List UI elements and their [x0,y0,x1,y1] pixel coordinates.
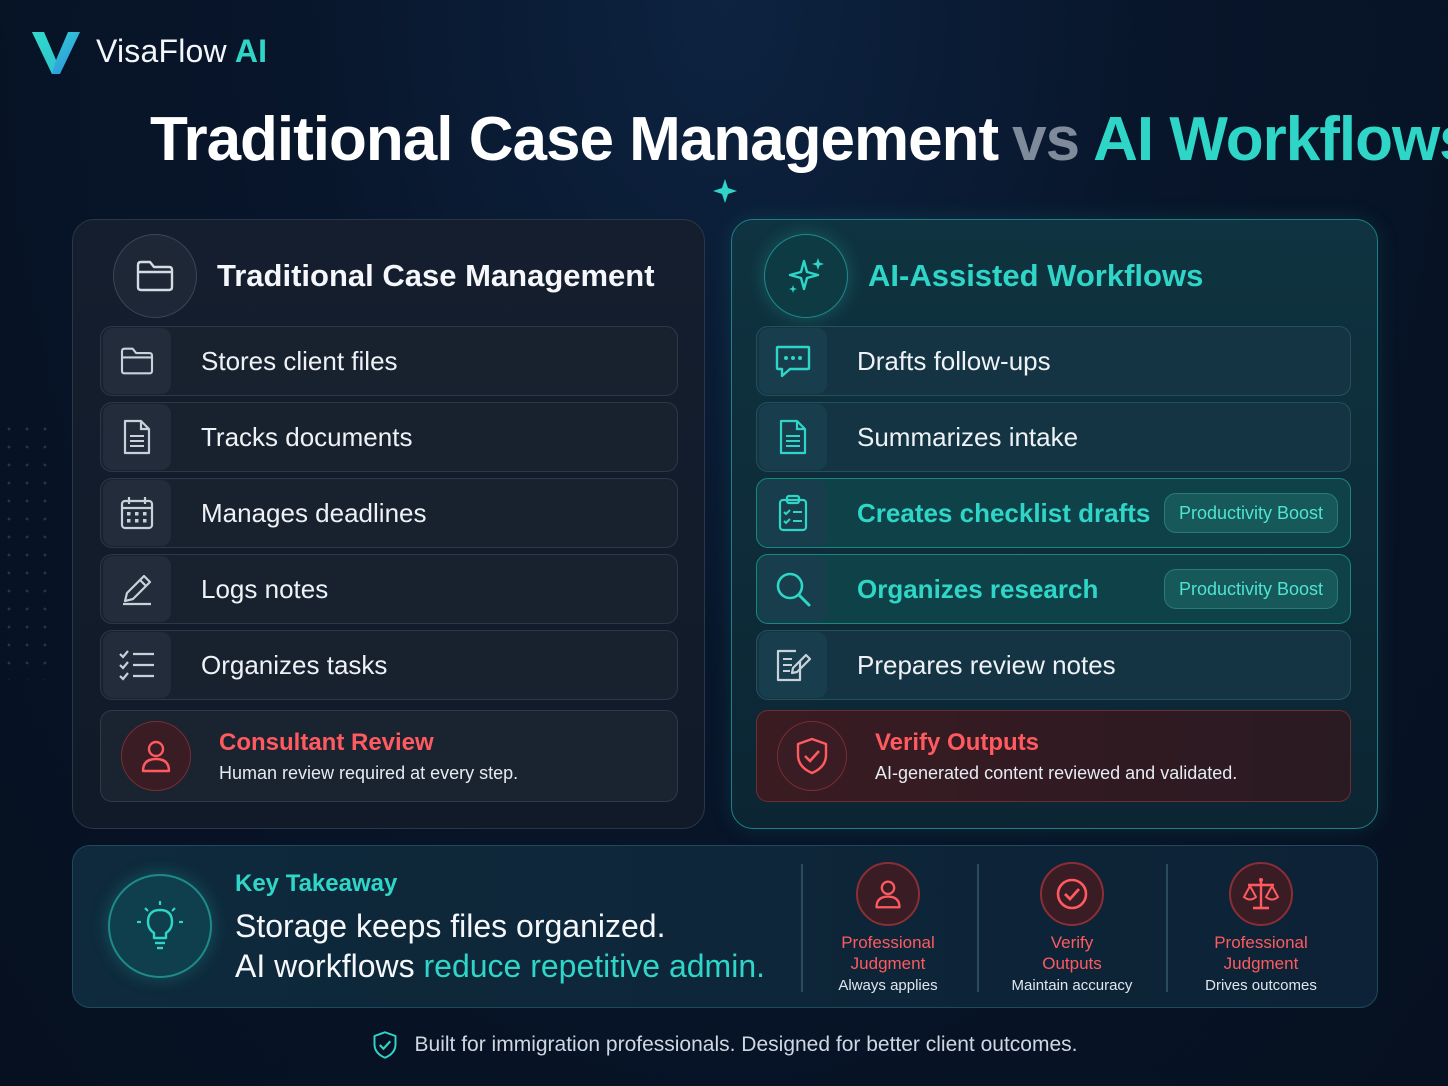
chat-icon [759,328,827,394]
list-item-label: Organizes research [857,573,1099,604]
list-item-logs-notes: Logs notes [100,554,678,624]
footer-text: Built for immigration professionals. Des… [414,1033,1078,1056]
verify-outputs-card: Verify Outputs AI-generated content revi… [756,710,1351,802]
list-item-label: Logs notes [201,573,329,604]
title-divider-sparkle-icon [420,179,1030,203]
footer: Built for immigration professionals. Des… [0,1030,1448,1060]
ai-panel-title: AI-Assisted Workflows [868,258,1204,293]
title-traditional: Traditional Case Management [150,105,999,174]
consultant-review-card: Consultant Review Human review required … [100,710,678,802]
list-item-summarizes-intake: Summarizes intake [756,402,1351,472]
document-icon [103,404,171,470]
page-title: Traditional Case Management vs AI Workflow… [0,104,1448,175]
key-takeaway-label: Key Takeaway [235,870,398,897]
document-icon [759,404,827,470]
clipboard-icon [759,480,827,546]
pencil-icon [103,556,171,622]
traditional-panel-title: Traditional Case Management [217,258,655,293]
list-item-organizes-research: Organizes research Productivity Boost [756,554,1351,624]
shield-check-icon [777,721,847,791]
consultant-review-subtitle: Human review required at every step. [219,762,519,783]
search-icon [759,556,827,622]
check-circle-icon [1040,862,1104,926]
divider [977,864,979,992]
folder-icon [103,328,171,394]
divider [1166,864,1168,992]
edit-note-icon [759,632,827,698]
list-item-tracks-documents: Tracks documents [100,402,678,472]
productivity-boost-badge: Productivity Boost [1163,493,1338,533]
key-takeaway-card: Key Takeaway Storage keeps files organiz… [72,845,1378,1008]
traditional-panel-header: Traditional Case Management [113,234,655,318]
pillar-verify-outputs: Verify Outputs Maintain accuracy [987,862,1157,994]
verify-outputs-subtitle: AI-generated content reviewed and valida… [875,762,1238,783]
sparkle-icon [764,234,848,318]
title-ai: AI Workflows [1093,105,1448,174]
list-item-creates-checklist-drafts: Creates checklist drafts Productivity Bo… [756,478,1351,548]
key-takeaway-line-2: AI workflows reduce repetitive admin. [235,948,765,984]
checklist-icon [103,632,171,698]
list-item-prepares-review-notes: Prepares review notes [756,630,1351,700]
folder-icon [113,234,197,318]
title-vs: vs [1012,105,1080,174]
list-item-label: Drafts follow-ups [857,345,1051,376]
person-icon [121,721,191,791]
list-item-label: Prepares review notes [857,649,1116,680]
pillar-professional-judgment-always: Professional Judgment Always applies [803,862,973,994]
list-item-stores-client-files: Stores client files [100,326,678,396]
list-item-label: Tracks documents [201,421,413,452]
ai-panel-header: AI-Assisted Workflows [764,234,1203,318]
list-item-label: Summarizes intake [857,421,1079,452]
shield-check-icon [373,1031,396,1059]
list-item-manages-deadlines: Manages deadlines [100,478,678,548]
list-item-label: Stores client files [201,345,398,376]
brand-name: VisaFlow AI [96,32,268,69]
productivity-boost-badge: Productivity Boost [1163,569,1338,609]
list-item-label: Manages deadlines [201,497,427,528]
list-item-label: Creates checklist drafts [857,497,1151,528]
key-takeaway-line-1: Storage keeps files organized. [235,908,666,944]
pillar-professional-judgment-outcomes: Professional Judgment Drives outcomes [1176,862,1346,994]
ai-panel: AI-Assisted Workflows Drafts follow-ups … [731,219,1378,829]
verify-outputs-title: Verify Outputs [875,728,1040,756]
list-item-label: Organizes tasks [201,649,388,680]
list-item-organizes-tasks: Organizes tasks [100,630,678,700]
calendar-icon [103,480,171,546]
lightbulb-icon [108,874,212,978]
decorative-dot-grid [0,420,60,680]
brand: VisaFlow AI [30,26,267,76]
visaflow-logo-icon [32,32,80,74]
list-item-drafts-follow-ups: Drafts follow-ups [756,326,1351,396]
traditional-panel: Traditional Case Management Stores clien… [72,219,705,829]
consultant-review-title: Consultant Review [219,728,434,756]
scales-icon [1229,862,1293,926]
person-icon [856,862,920,926]
